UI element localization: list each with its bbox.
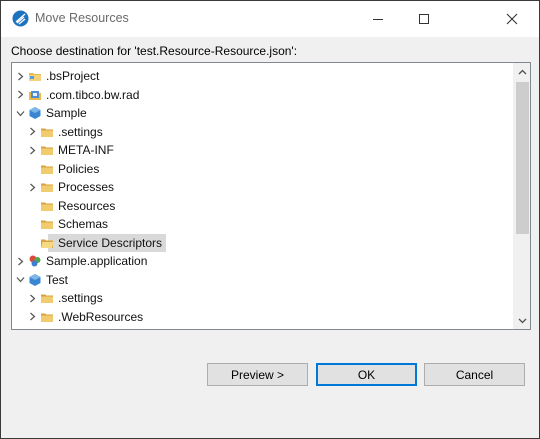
expand-toggle[interactable] <box>26 326 38 329</box>
tree-item-label: Test <box>46 272 69 287</box>
expand-toggle[interactable] <box>14 271 26 289</box>
tree-item[interactable]: Sample.application <box>14 252 149 270</box>
tree-item-label: .WebResources <box>58 309 144 324</box>
folder-open-icon <box>40 236 54 250</box>
tree-item[interactable]: Processes <box>26 178 116 196</box>
chevron-right-icon <box>29 294 35 302</box>
folder-icon <box>40 291 54 305</box>
folder-icon <box>40 217 54 231</box>
chevron-up-icon <box>518 69 527 74</box>
maximize-button[interactable] <box>401 1 447 37</box>
expand-toggle[interactable] <box>14 67 26 85</box>
expand-toggle[interactable] <box>26 178 38 196</box>
tree-item[interactable]: .settings <box>26 123 105 141</box>
expand-toggle[interactable] <box>26 141 38 159</box>
destination-tree[interactable]: .bsProject .com.tibco.bw.rad Sample .settin… <box>11 62 531 330</box>
folder-icon <box>40 143 54 157</box>
expand-toggle[interactable] <box>14 104 26 122</box>
tree-item-label: .settings <box>58 291 103 305</box>
tree-item[interactable]: .settings <box>26 289 105 307</box>
chevron-right-icon <box>17 90 23 99</box>
application-icon <box>28 254 42 268</box>
folder-icon <box>40 162 54 176</box>
tree-item[interactable]: Schemas <box>26 215 110 233</box>
tree-item-label: .settings <box>58 124 103 139</box>
tree-item-label: Service Descriptors <box>58 235 163 250</box>
tree-item-label: Policies <box>58 161 100 176</box>
tree-item[interactable]: Sample <box>14 104 89 122</box>
minimize-button[interactable] <box>355 1 401 37</box>
close-button[interactable] <box>489 1 535 37</box>
minimize-icon <box>373 19 383 20</box>
tree-item-label: Resources <box>58 198 116 213</box>
window-title: Move Resources <box>35 11 129 25</box>
chevron-right-icon <box>17 257 23 265</box>
tree-item[interactable]: META-INF <box>26 326 116 329</box>
tree-item-label: Sample <box>46 106 87 120</box>
scroll-down-button[interactable] <box>514 312 530 329</box>
tree-item[interactable]: Test <box>14 271 70 289</box>
tree-item-label: Schemas <box>58 217 109 231</box>
chevron-right-icon <box>29 183 35 191</box>
vertical-scrollbar[interactable] <box>513 63 530 329</box>
tree-item-label: .com.tibco.bw.rad <box>46 87 140 102</box>
tree-item-label: Processes <box>58 180 115 194</box>
tree-item[interactable]: Resources <box>26 197 117 215</box>
chevron-down-icon <box>16 277 24 283</box>
expand-toggle[interactable] <box>26 289 38 307</box>
app-icon <box>12 10 29 27</box>
expand-toggle[interactable] <box>14 86 26 104</box>
chevron-down-icon <box>518 318 527 323</box>
project-folder-icon <box>28 69 42 83</box>
cancel-button[interactable]: Cancel <box>424 363 525 386</box>
tree-item[interactable]: Policies <box>26 160 101 178</box>
expand-toggle[interactable] <box>14 252 26 270</box>
folder-icon <box>40 328 54 329</box>
ok-button[interactable]: OK <box>316 363 417 386</box>
tree-item-label: .bsProject <box>46 69 100 83</box>
scrollbar-thumb[interactable] <box>516 82 529 234</box>
tree-item-label: Sample.application <box>46 254 148 268</box>
chevron-right-icon <box>17 72 23 80</box>
move-resources-dialog: Move Resources Choose destination for 't… <box>0 0 540 439</box>
chevron-right-icon <box>29 127 35 136</box>
folder-icon <box>40 180 54 194</box>
folder-icon <box>40 199 54 213</box>
destination-prompt: Choose destination for 'test.Resource-Re… <box>11 44 298 58</box>
chevron-down-icon <box>16 110 24 116</box>
scroll-up-button[interactable] <box>514 63 530 80</box>
maximize-icon <box>419 14 429 24</box>
project-icon <box>28 273 42 287</box>
tree-item-label: META-INF <box>56 327 116 329</box>
close-icon <box>506 13 518 25</box>
folder-icon <box>40 310 54 324</box>
module-icon <box>28 88 42 102</box>
expand-toggle[interactable] <box>26 123 38 141</box>
tree-item[interactable]: META-INF <box>26 141 116 159</box>
expand-toggle[interactable] <box>26 308 38 326</box>
tree-item[interactable]: .bsProject <box>14 67 101 85</box>
tree-item[interactable]: .com.tibco.bw.rad <box>14 86 141 104</box>
tree-item[interactable]: .WebResources <box>26 308 145 326</box>
chevron-right-icon <box>29 312 35 321</box>
tree-item-label: META-INF <box>58 143 114 157</box>
tree-item[interactable]: Service Descriptors <box>26 233 166 252</box>
chevron-right-icon <box>29 146 35 154</box>
project-icon <box>28 106 42 120</box>
folder-icon <box>40 125 54 139</box>
preview-button[interactable]: Preview > <box>207 363 308 386</box>
title-bar: Move Resources <box>1 1 539 37</box>
